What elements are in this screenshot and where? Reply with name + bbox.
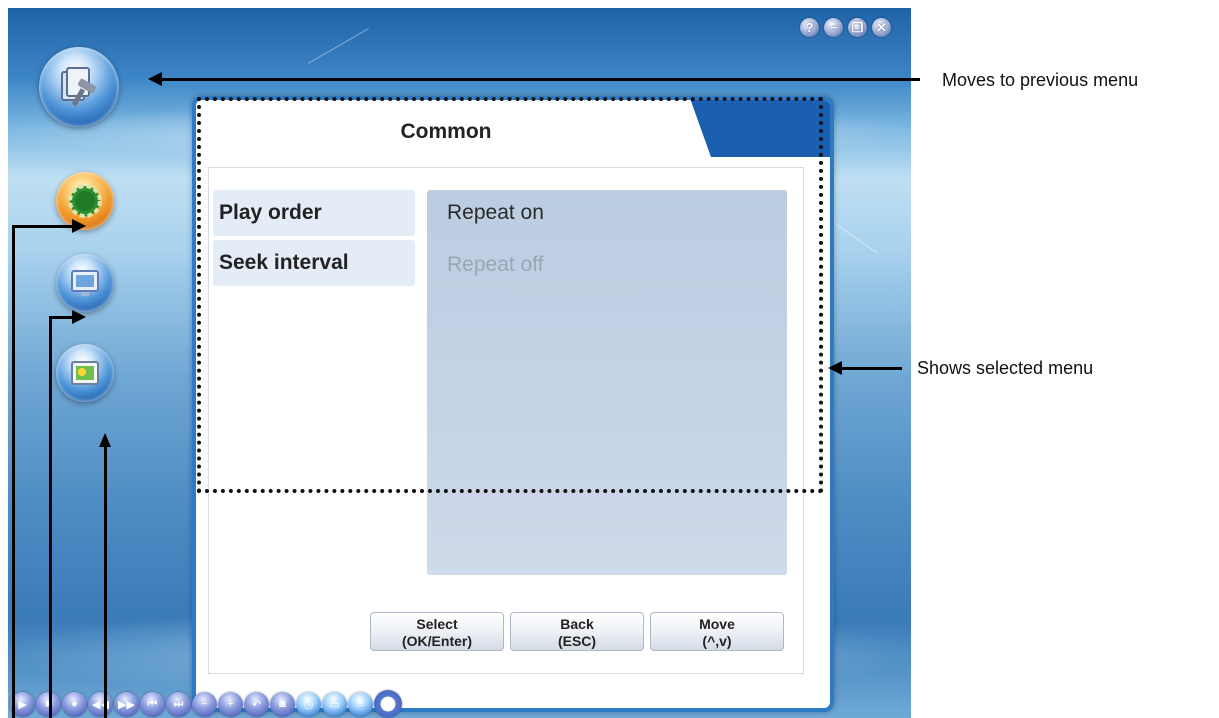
leader-line-photo <box>104 446 107 718</box>
rewind-icon[interactable]: ◀◀ <box>88 691 113 717</box>
arrow-left-icon <box>828 361 842 375</box>
back-button-label: Back <box>560 616 594 632</box>
back-button-key: (ESC) <box>557 633 597 649</box>
camera-icon[interactable]: ◙ <box>270 691 295 717</box>
display-menu-button[interactable] <box>56 254 114 312</box>
next-icon[interactable]: ⏭ <box>166 691 191 717</box>
leader-line-settings-h <box>12 225 72 228</box>
volume-down-icon[interactable]: − <box>192 691 217 717</box>
move-button-label: Move <box>699 616 735 632</box>
leader-line-display <box>49 316 52 718</box>
monitor-icon <box>71 270 99 296</box>
folder-icon[interactable]: ▭ <box>322 691 347 717</box>
move-button-key: (^,v) <box>702 633 732 649</box>
leader-line-settings <box>12 225 15 718</box>
selected-menu-outline <box>197 97 823 493</box>
minimize-icon[interactable]: − <box>824 18 843 37</box>
back-button[interactable]: Back (ESC) <box>510 612 644 651</box>
volume-up-icon[interactable]: + <box>218 691 243 717</box>
selected-menu-annotation: Shows selected menu <box>917 358 1094 378</box>
record-icon[interactable]: ● <box>62 691 87 717</box>
fast-forward-icon[interactable]: ▶▶ <box>114 691 139 717</box>
selected-menu-arrow-line <box>840 367 902 370</box>
arrow-up-icon <box>99 433 111 447</box>
gear-icon <box>68 184 102 218</box>
clock-icon[interactable]: ◷ <box>296 691 321 717</box>
select-button-key: (OK/Enter) <box>402 633 472 649</box>
window-controls: ? − ❐ ✕ <box>800 18 891 37</box>
arrow-right-icon <box>72 219 86 233</box>
select-button[interactable]: Select (OK/Enter) <box>370 612 504 651</box>
close-icon[interactable]: ✕ <box>872 18 891 37</box>
leader-line-display-h <box>49 316 74 319</box>
photo-folder-icon <box>71 361 99 385</box>
move-button[interactable]: Move (^,v) <box>650 612 784 651</box>
arrow-left-icon <box>148 72 162 86</box>
folder-hammer-icon <box>61 67 97 107</box>
previous-menu-arrow-line <box>160 78 920 81</box>
previous-icon[interactable]: ⏮ <box>140 691 165 717</box>
back-icon[interactable]: ↶ <box>244 691 269 717</box>
photo-menu-button[interactable] <box>56 344 114 402</box>
light-streak <box>307 28 369 64</box>
previous-menu-button[interactable] <box>39 47 119 127</box>
light-streak <box>827 218 878 254</box>
menu-icon[interactable] <box>374 690 402 718</box>
previous-menu-annotation: Moves to previous menu <box>942 70 1139 90</box>
subtitle-icon[interactable]: ≡ <box>348 691 373 717</box>
select-button-label: Select <box>416 616 458 632</box>
arrow-right-icon <box>72 310 86 324</box>
restore-icon[interactable]: ❐ <box>848 18 867 37</box>
help-icon[interactable]: ? <box>800 18 819 37</box>
playback-toolbar: ▶ ■ ● ◀◀ ▶▶ ⏮ ⏭ − + ↶ ◙ ◷ ▭ ≡ <box>10 688 402 718</box>
